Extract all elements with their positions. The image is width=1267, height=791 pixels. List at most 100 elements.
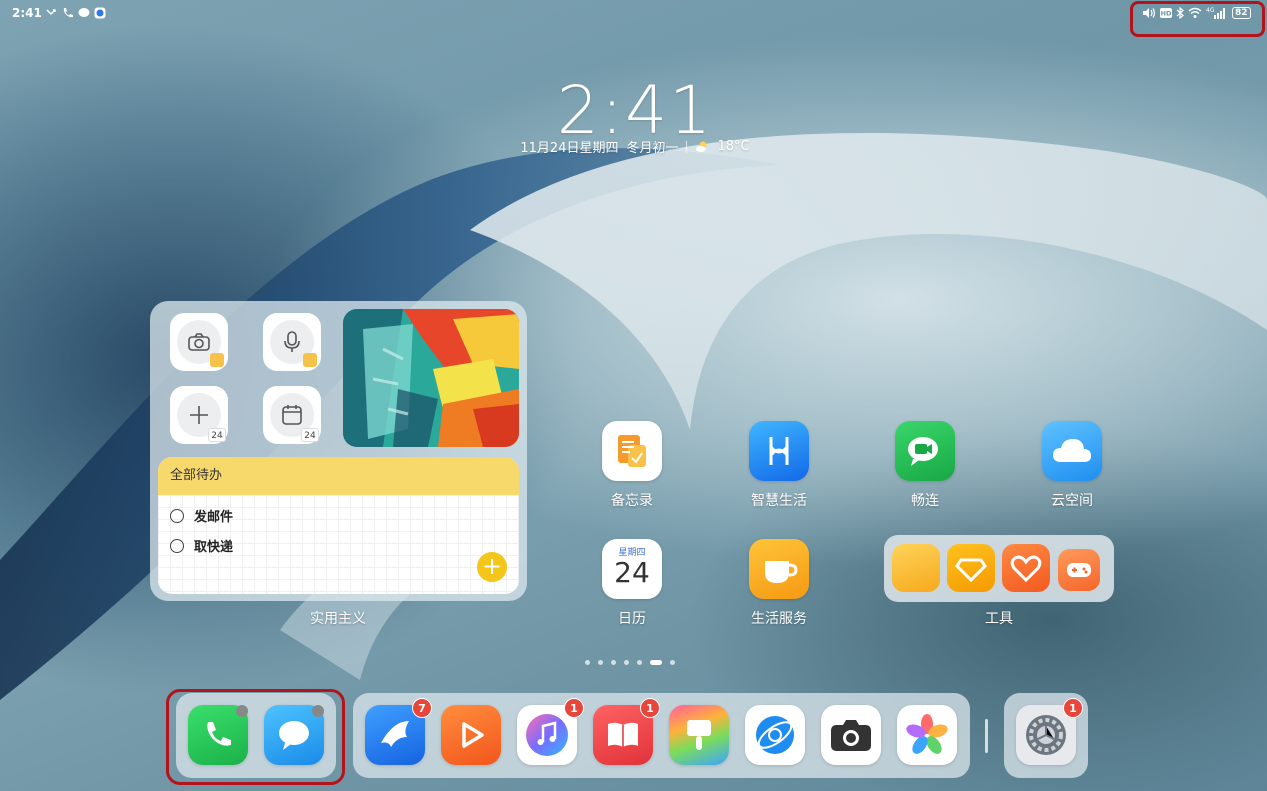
gallery-artwork-image[interactable] bbox=[343, 309, 519, 447]
notification-badge: 7 bbox=[412, 698, 432, 718]
status-bar-right: HD 4G 82 bbox=[1142, 5, 1251, 21]
dock-settings-app[interactable]: 1 bbox=[1016, 698, 1083, 765]
todo-item[interactable]: 发邮件 bbox=[170, 506, 233, 525]
widget-label: 实用主义 bbox=[310, 611, 366, 627]
plus-icon bbox=[190, 406, 208, 424]
dock-feishu-app[interactable]: 7 bbox=[365, 698, 432, 765]
todo-checkbox[interactable] bbox=[170, 538, 184, 553]
volume-icon bbox=[1143, 8, 1156, 18]
dock-music-app[interactable]: 1 bbox=[517, 698, 584, 765]
multi-window-tag-icon bbox=[312, 705, 324, 717]
todo-checkbox[interactable] bbox=[170, 508, 184, 523]
status-time: 2:41 bbox=[12, 6, 42, 20]
clock-lunar: 冬月初一 bbox=[626, 141, 679, 156]
app-memo[interactable]: 备忘录 bbox=[582, 421, 682, 510]
microphone-icon bbox=[284, 331, 300, 352]
calendar-icon bbox=[282, 405, 302, 425]
page-dot[interactable] bbox=[585, 659, 590, 665]
missed-call-icon bbox=[46, 9, 56, 16]
page-dot-active[interactable] bbox=[650, 659, 662, 665]
tools-folder[interactable] bbox=[884, 535, 1114, 602]
game-center-icon bbox=[1058, 549, 1100, 591]
globe-icon bbox=[756, 716, 794, 754]
dock-themes-app[interactable] bbox=[669, 705, 729, 765]
app-smart-life[interactable]: 智慧生活 bbox=[729, 421, 829, 510]
folder-label: 工具 bbox=[985, 611, 1013, 627]
message-icon bbox=[78, 8, 90, 17]
app-life-service[interactable]: 生活服务 bbox=[729, 539, 829, 628]
notification-badge: 1 bbox=[640, 698, 660, 718]
svg-text:HD: HD bbox=[1161, 10, 1172, 18]
todo-list-card[interactable]: 全部待办 发邮件 取快递 + bbox=[158, 457, 519, 594]
page-indicator[interactable] bbox=[585, 658, 675, 666]
health-icon bbox=[1002, 544, 1050, 592]
app-cloud[interactable]: 云空间 bbox=[1022, 421, 1122, 510]
clock-date-row: 11月24日星期四 冬月初一 18°C bbox=[480, 137, 790, 156]
camera-icon bbox=[831, 720, 871, 751]
open-book-icon bbox=[608, 722, 638, 747]
clock-date: 11月24日星期四 bbox=[520, 141, 619, 156]
dock-messages-app[interactable] bbox=[264, 705, 324, 765]
camera-icon bbox=[188, 333, 210, 351]
music-note-icon bbox=[526, 714, 568, 756]
dock-video-app[interactable] bbox=[441, 705, 501, 765]
weather-temperature: 18°C bbox=[717, 139, 750, 154]
page-dot[interactable] bbox=[637, 659, 642, 665]
productivity-widget[interactable]: 24 24 全部待办 发邮件 取快递 + bbox=[150, 301, 527, 601]
todo-item[interactable]: 取快递 bbox=[170, 536, 233, 555]
dock-phone-app[interactable] bbox=[188, 705, 248, 765]
phone-icon bbox=[63, 8, 73, 18]
signal-4g-icon: 4G bbox=[1206, 7, 1225, 19]
app-label: 备忘录 bbox=[611, 493, 653, 509]
paint-brush-icon bbox=[687, 720, 711, 750]
memo-voice-shortcut[interactable] bbox=[263, 313, 321, 371]
status-bar-left: 2:41 bbox=[12, 4, 106, 22]
add-todo-shortcut[interactable]: 24 bbox=[170, 386, 228, 444]
page-dot[interactable] bbox=[670, 659, 675, 665]
calendar-event-shortcut[interactable]: 24 bbox=[263, 386, 321, 444]
cloud-icon bbox=[1042, 421, 1102, 481]
bird-icon bbox=[381, 721, 409, 747]
date-separator bbox=[686, 140, 688, 153]
message-bubble-icon bbox=[279, 721, 309, 750]
dock-browser-app[interactable] bbox=[745, 705, 805, 765]
todo-item-text: 取快递 bbox=[194, 540, 234, 555]
multi-window-tag-icon bbox=[236, 705, 248, 717]
meetime-icon bbox=[895, 421, 955, 481]
page-dot[interactable] bbox=[624, 659, 629, 665]
dock-books-app[interactable]: 1 bbox=[593, 698, 660, 765]
todo-title[interactable]: 全部待办 bbox=[158, 457, 519, 495]
add-todo-button[interactable]: + bbox=[477, 552, 507, 582]
coffee-cup-icon bbox=[749, 539, 809, 599]
files-icon bbox=[892, 544, 940, 592]
app-meetime[interactable]: 畅连 bbox=[875, 421, 975, 510]
page-dot[interactable] bbox=[611, 659, 616, 665]
app-label: 畅连 bbox=[911, 493, 939, 509]
dock-divider bbox=[985, 719, 988, 753]
memo-mini-icon bbox=[210, 353, 224, 367]
app-notification-icon bbox=[94, 7, 106, 19]
app-label: 生活服务 bbox=[751, 611, 807, 627]
todo-item-text: 发邮件 bbox=[194, 510, 234, 525]
calendar-mini-icon: 24 bbox=[301, 428, 319, 442]
app-label: 智慧生活 bbox=[751, 493, 807, 509]
memo-icon bbox=[602, 421, 662, 481]
app-calendar[interactable]: 星期四 24 日历 bbox=[582, 539, 682, 628]
app-label: 云空间 bbox=[1051, 493, 1093, 509]
page-dot[interactable] bbox=[598, 659, 603, 665]
smart-life-icon bbox=[749, 421, 809, 481]
dock-gallery-app[interactable] bbox=[897, 705, 957, 765]
memo-camera-shortcut[interactable] bbox=[170, 313, 228, 371]
gear-icon bbox=[1026, 715, 1066, 755]
calendar-mini-icon: 24 bbox=[208, 428, 226, 442]
dock-camera-app[interactable] bbox=[821, 705, 881, 765]
calendar-day: 24 bbox=[614, 556, 650, 589]
phone-icon bbox=[207, 722, 231, 746]
gallery-flower-icon bbox=[906, 714, 948, 754]
app-label: 日历 bbox=[618, 611, 646, 627]
notification-badge: 1 bbox=[1063, 698, 1083, 718]
memo-mini-icon bbox=[303, 353, 317, 367]
battery-level: 82 bbox=[1232, 7, 1251, 19]
calendar-app-icon: 星期四 24 bbox=[602, 539, 662, 599]
play-icon bbox=[462, 722, 484, 748]
